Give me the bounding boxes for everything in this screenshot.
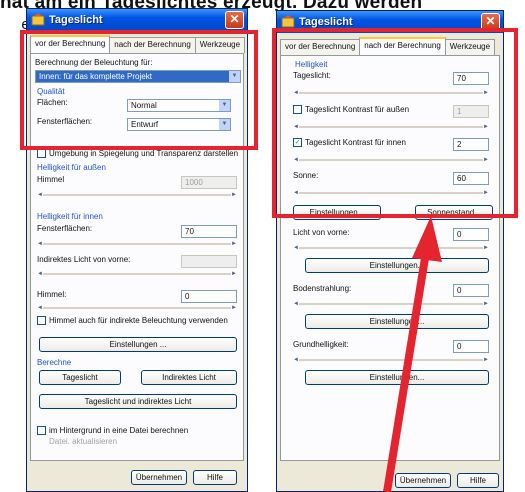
arrow-head [412,216,442,262]
red-arrow-annotation [383,216,442,492]
arrow-shaft [383,251,430,492]
